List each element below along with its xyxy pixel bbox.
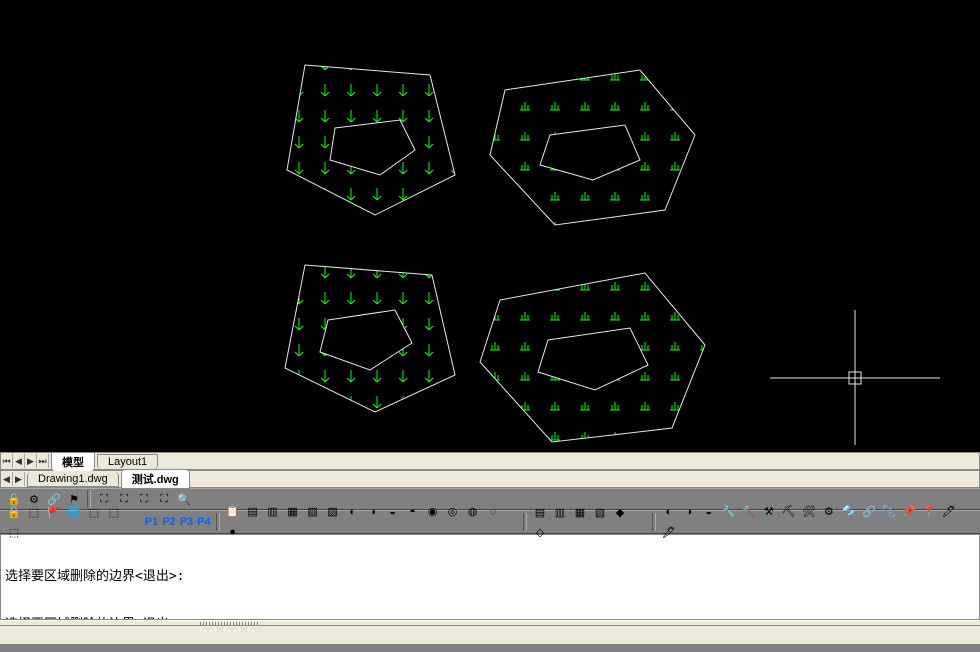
tool-icon[interactable]: 🔩 xyxy=(840,503,858,521)
tab-layout1[interactable]: Layout1 xyxy=(97,454,158,469)
tool-icon[interactable]: ◑ xyxy=(364,503,382,521)
layout-tab-bar: ⏮ ◀ ▶ ⏭ 模型 Layout1 xyxy=(0,452,980,470)
tool-icon[interactable]: ◉ xyxy=(424,503,442,521)
layout-nav-next[interactable]: ▶ xyxy=(25,454,37,468)
tool-icon[interactable]: 📌 xyxy=(900,503,918,521)
tool-icon[interactable]: ▨ xyxy=(324,503,342,521)
tool-icon[interactable]: ▧ xyxy=(304,503,322,521)
layout-nav-prev[interactable]: ◀ xyxy=(13,454,25,468)
shape-bottom-right[interactable] xyxy=(480,273,705,442)
tool-icon[interactable]: ▤ xyxy=(531,503,549,521)
tool-icon[interactable]: ◑ xyxy=(680,503,698,521)
tool-icon[interactable]: 🔨 xyxy=(740,503,758,521)
tool-icon[interactable]: ▧ xyxy=(591,503,609,521)
tool-icon[interactable]: 🚩 xyxy=(45,503,63,521)
tool-icon[interactable]: 🌐 xyxy=(65,503,83,521)
toolbar-separator xyxy=(652,513,656,531)
resize-separator[interactable] xyxy=(0,620,980,626)
tool-icon[interactable]: ◒ xyxy=(384,503,402,521)
tool-icon[interactable]: 🔧 xyxy=(720,503,738,521)
file-nav-prev[interactable]: ◀ xyxy=(1,472,13,486)
tool-icon[interactable]: ◎ xyxy=(444,503,462,521)
tool-icon[interactable]: 📎 xyxy=(880,503,898,521)
p2-label[interactable]: P2 xyxy=(160,516,177,528)
tool-icon[interactable]: ⬚ xyxy=(25,503,43,521)
file-tab-drawing1[interactable]: Drawing1.dwg xyxy=(27,472,119,487)
tool-icon[interactable]: ▦ xyxy=(571,503,589,521)
p3-label[interactable]: P3 xyxy=(178,516,195,528)
shape-bottom-left[interactable] xyxy=(285,265,455,412)
tool-icon[interactable]: 📋 xyxy=(224,503,242,521)
file-nav-next[interactable]: ▶ xyxy=(13,472,25,486)
tool-icon[interactable]: ⚙ xyxy=(820,503,838,521)
tool-icon[interactable]: 🛠 xyxy=(800,503,818,521)
layout-nav-last[interactable]: ⏭ xyxy=(37,454,49,468)
tool-icon[interactable]: ◒ xyxy=(700,503,718,521)
status-bar xyxy=(0,626,980,644)
tool-icon[interactable]: ⛏ xyxy=(780,503,798,521)
tool-icon[interactable]: ⚒ xyxy=(760,503,778,521)
file-tab-bar: ◀ ▶ Drawing1.dwg 测试.dwg xyxy=(0,470,980,488)
tool-icon[interactable]: 🔓 xyxy=(5,503,23,521)
tool-icon[interactable]: ▥ xyxy=(551,503,569,521)
tool-icon[interactable]: ◍ xyxy=(464,503,482,521)
tool-icon[interactable]: ⬚ xyxy=(85,503,103,521)
tool-icon[interactable]: ● xyxy=(224,523,242,541)
tool-icon[interactable]: 🖋 xyxy=(660,523,678,541)
shape-top-right[interactable] xyxy=(490,70,695,225)
tool-icon[interactable]: ⛶ xyxy=(155,490,173,508)
command-line: 选择要区域删除的边界<退出>: xyxy=(5,569,975,585)
tool-icon[interactable]: ⬚ xyxy=(105,503,123,521)
tool-icon[interactable]: ◇ xyxy=(531,523,549,541)
toolbar-separator xyxy=(523,513,527,531)
shape-top-left[interactable] xyxy=(287,65,455,215)
tool-icon[interactable]: ▤ xyxy=(244,503,262,521)
p4-label[interactable]: P4 xyxy=(195,516,212,528)
crosshair-cursor xyxy=(770,310,940,445)
tab-model[interactable]: 模型 xyxy=(51,452,95,471)
file-tab-test[interactable]: 测试.dwg xyxy=(121,470,190,489)
p1-label[interactable]: P1 xyxy=(143,516,160,528)
command-window[interactable]: 选择要区域删除的边界<退出>: 选择要区域删除的边界<退出>: 命令: u **… xyxy=(0,534,980,620)
toolbar-separator xyxy=(216,513,220,531)
tool-icon[interactable]: ▦ xyxy=(284,503,302,521)
zoom-icon[interactable]: 🔍 xyxy=(175,490,193,508)
tool-icon[interactable]: ▥ xyxy=(264,503,282,521)
tool-icon[interactable]: ◐ xyxy=(660,503,678,521)
layout-nav-first[interactable]: ⏮ xyxy=(1,454,13,468)
model-canvas[interactable] xyxy=(0,0,980,452)
tool-icon[interactable]: ◐ xyxy=(344,503,362,521)
tool-icon[interactable]: 🖊 xyxy=(940,503,958,521)
tool-icon[interactable]: ⬚ xyxy=(5,523,23,541)
tool-icon[interactable]: ◌ xyxy=(484,503,502,521)
tool-icon[interactable]: ◆ xyxy=(611,503,629,521)
tool-icon[interactable]: 📍 xyxy=(920,503,938,521)
tool-icon[interactable]: ◓ xyxy=(404,503,422,521)
toolbar-row-2: 🔓⬚🚩🌐⬚⬚⬚ P1 P2 P3 P4 📋▤▥▦▧▨◐◑◒◓◉◎◍◌● ▤▥▦▧… xyxy=(0,510,980,534)
tool-icon[interactable]: 🔗 xyxy=(860,503,878,521)
